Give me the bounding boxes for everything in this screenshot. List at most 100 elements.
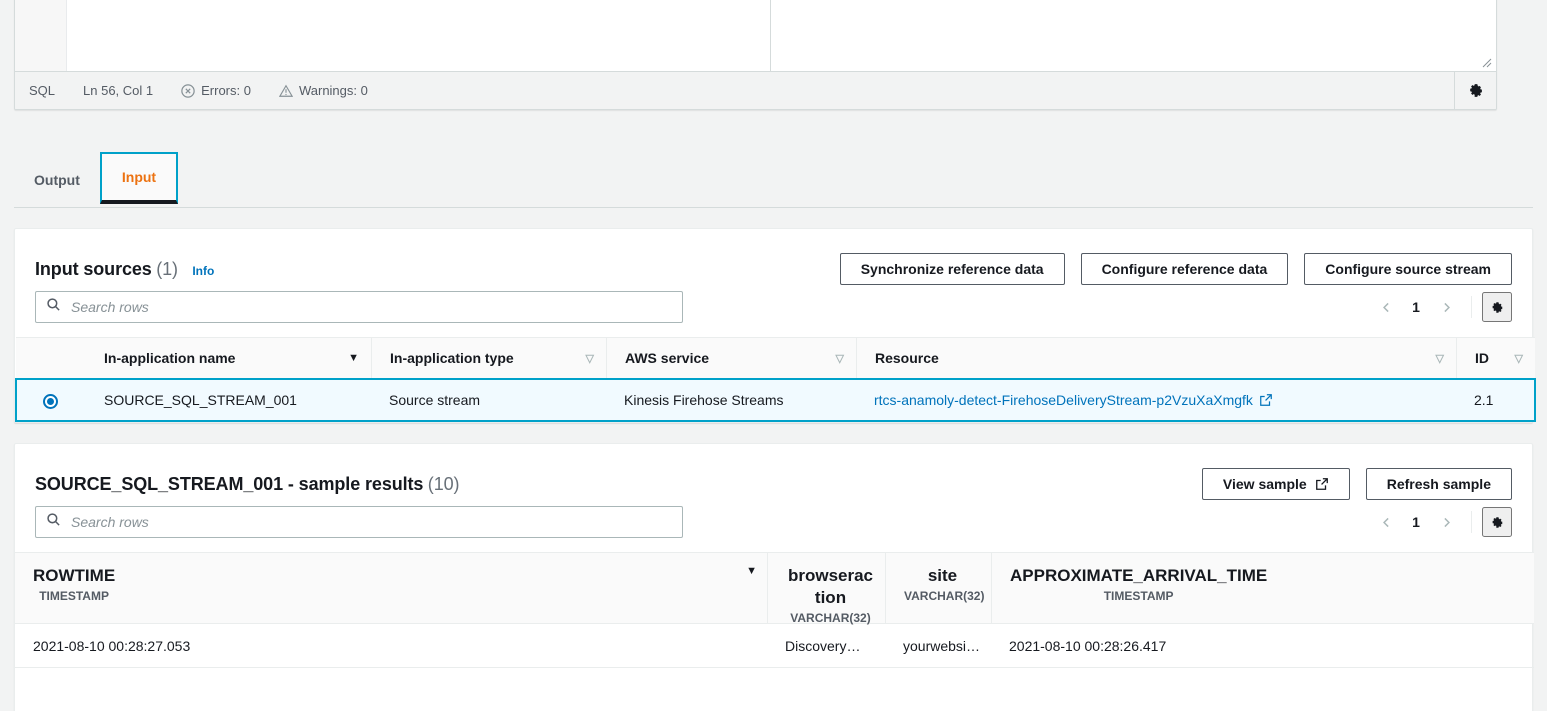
column-header-aws-service[interactable]: AWS service ▽	[606, 337, 856, 380]
external-link-icon	[1315, 477, 1329, 491]
sample-results-title-group: SOURCE_SQL_STREAM_001 - sample results (…	[35, 473, 460, 495]
error-circle-icon	[181, 83, 195, 98]
resource-link[interactable]: rtcs-anamoly-detect-FirehoseDeliveryStre…	[874, 392, 1273, 408]
view-sample-button[interactable]: View sample	[1201, 468, 1350, 500]
column-header-approximate-arrival-time[interactable]: APPROXIMATE_ARRIVAL_TIME TIMESTAMP	[991, 552, 1534, 624]
editor-body: 30313233 "CTR" DOUBLE); CREATE OR REPLAC…	[15, 0, 1496, 71]
column-name: ROWTIME	[33, 566, 116, 585]
search-input[interactable]	[69, 298, 672, 316]
sample-results-table-body: 2021-08-10 00:28:27.053 Discovery… yourw…	[15, 623, 1534, 668]
pagination-next-button[interactable]	[1431, 507, 1461, 537]
table-row[interactable]: 2021-08-10 00:28:27.053 Discovery… yourw…	[15, 623, 1534, 668]
search-input[interactable]	[69, 513, 672, 531]
column-type: VARCHAR(32)	[790, 611, 871, 625]
input-sources-pagination: 1	[1371, 291, 1512, 323]
input-sources-panel: Input sources (1) Info Synchronize refer…	[14, 228, 1536, 423]
input-sources-table-body: SOURCE_SQL_STREAM_001 Source stream Kine…	[15, 378, 1536, 422]
column-label: In-application type	[390, 350, 514, 366]
column-type: TIMESTAMP	[39, 589, 109, 603]
pagination-next-button[interactable]	[1431, 292, 1461, 322]
column-header-browseraction[interactable]: browseraction VARCHAR(32)	[767, 552, 885, 625]
sample-results-search[interactable]	[35, 506, 683, 538]
cell-in-application-name: SOURCE_SQL_STREAM_001	[86, 378, 371, 422]
cell-site: yourwebsi…	[885, 623, 991, 668]
cell-approximate-arrival-time: 2021-08-10 00:28:26.417	[991, 623, 1534, 668]
column-header-id[interactable]: ID ▽	[1456, 337, 1535, 380]
refresh-sample-button[interactable]: Refresh sample	[1365, 468, 1512, 500]
column-type: TIMESTAMP	[1103, 589, 1174, 603]
editor-right-pane	[771, 0, 1496, 71]
sample-results-title: SOURCE_SQL_STREAM_001 - sample results	[35, 473, 424, 494]
configure-source-stream-button[interactable]: Configure source stream	[1304, 253, 1512, 285]
sort-descending-icon[interactable]: ▼	[736, 565, 757, 577]
column-name: site	[927, 566, 958, 585]
pagination-prev-button[interactable]	[1371, 292, 1401, 322]
table-preferences-button[interactable]	[1482, 507, 1512, 537]
search-icon	[46, 512, 61, 532]
row-select-radio[interactable]	[15, 378, 86, 422]
tab-output[interactable]: Output	[14, 152, 100, 207]
input-sources-table: In-application name ▼ In-application typ…	[15, 337, 1536, 422]
column-name: APPROXIMATE_ARRIVAL_TIME	[1010, 566, 1268, 585]
line-number-gutter: 30313233	[15, 0, 67, 71]
resize-grip-icon[interactable]	[1480, 56, 1492, 68]
sort-icon[interactable]: ▽	[576, 352, 594, 365]
pagination-divider	[1471, 296, 1472, 318]
sample-results-table: ROWTIME TIMESTAMP ▼ browseraction VARCHA…	[15, 552, 1534, 668]
status-warnings-label: Warnings: 0	[298, 83, 368, 98]
editor-settings-button[interactable]	[1454, 72, 1496, 109]
column-label: Resource	[875, 350, 939, 366]
input-sources-search[interactable]	[35, 291, 683, 323]
configure-reference-data-button[interactable]: Configure reference data	[1080, 253, 1289, 285]
info-link[interactable]: Info	[192, 264, 214, 278]
sample-results-filter-row: 1	[15, 506, 1532, 552]
sort-icon[interactable]: ▽	[826, 352, 844, 365]
column-header-rowtime[interactable]: ROWTIME TIMESTAMP ▼	[15, 552, 767, 624]
column-header-site[interactable]: site VARCHAR(32)	[885, 552, 991, 624]
radio-selected-icon[interactable]	[43, 393, 58, 409]
page-title: Input sources	[35, 258, 152, 279]
sort-descending-icon[interactable]: ▼	[338, 352, 359, 364]
sample-results-actions: View sample Refresh sample	[1201, 468, 1512, 500]
sql-editor-panel: 30313233 "CTR" DOUBLE); CREATE OR REPLAC…	[14, 0, 1497, 110]
sort-icon[interactable]: ▽	[1505, 352, 1523, 365]
view-sample-label: View sample	[1222, 476, 1307, 492]
column-header-in-application-type[interactable]: In-application type ▽	[371, 337, 606, 380]
column-header-in-application-name[interactable]: In-application name ▼	[86, 337, 371, 380]
cell-rowtime: 2021-08-10 00:28:27.053	[15, 623, 767, 668]
io-tabs: Output Input	[14, 152, 1533, 208]
sample-results-pagination: 1	[1371, 506, 1512, 538]
cell-aws-service: Kinesis Firehose Streams	[606, 378, 856, 422]
pagination-page-1[interactable]: 1	[1403, 299, 1429, 315]
code-text[interactable]: "CTR" DOUBLE); CREATE OR REPLACE PUMP "C…	[67, 0, 770, 71]
sample-results-table-head: ROWTIME TIMESTAMP ▼ browseraction VARCHA…	[15, 552, 1534, 625]
sort-icon[interactable]: ▽	[1426, 352, 1444, 365]
sample-results-count: (10)	[427, 473, 460, 494]
table-header-row: ROWTIME TIMESTAMP ▼ browseraction VARCHA…	[15, 552, 1534, 625]
table-header-row: In-application name ▼ In-application typ…	[16, 337, 1535, 380]
table-preferences-button[interactable]	[1482, 292, 1512, 322]
status-warnings: Warnings: 0	[265, 83, 382, 98]
table-row[interactable]: SOURCE_SQL_STREAM_001 Source stream Kine…	[15, 378, 1536, 422]
pagination-page-1[interactable]: 1	[1403, 514, 1429, 530]
sample-results-panel: SOURCE_SQL_STREAM_001 - sample results (…	[14, 443, 1534, 711]
input-sources-count: (1)	[156, 258, 178, 279]
pagination-prev-button[interactable]	[1371, 507, 1401, 537]
input-sources-title-group: Input sources (1) Info	[35, 259, 214, 280]
synchronize-reference-data-button[interactable]: Synchronize reference data	[839, 253, 1065, 285]
input-sources-filter-row: 1	[15, 291, 1532, 337]
column-label: In-application name	[104, 350, 236, 366]
input-sources-header: Input sources (1) Info Synchronize refer…	[15, 229, 1532, 291]
status-errors: Errors: 0	[167, 83, 265, 98]
column-label: AWS service	[625, 350, 710, 366]
cell-resource: rtcs-anamoly-detect-FirehoseDeliveryStre…	[856, 378, 1456, 422]
cell-browseraction: Discovery…	[767, 623, 885, 668]
input-sources-actions: Synchronize reference data Configure ref…	[839, 253, 1512, 285]
tab-input[interactable]: Input	[99, 152, 179, 204]
resource-link-label: rtcs-anamoly-detect-FirehoseDeliveryStre…	[874, 392, 1253, 408]
input-sources-table-head: In-application name ▼ In-application typ…	[16, 337, 1535, 380]
status-cursor-position: Ln 56, Col 1	[83, 83, 154, 98]
code-area[interactable]: 30313233 "CTR" DOUBLE); CREATE OR REPLAC…	[15, 0, 771, 71]
column-header-resource[interactable]: Resource ▽	[856, 337, 1456, 380]
warning-triangle-icon	[278, 84, 293, 98]
